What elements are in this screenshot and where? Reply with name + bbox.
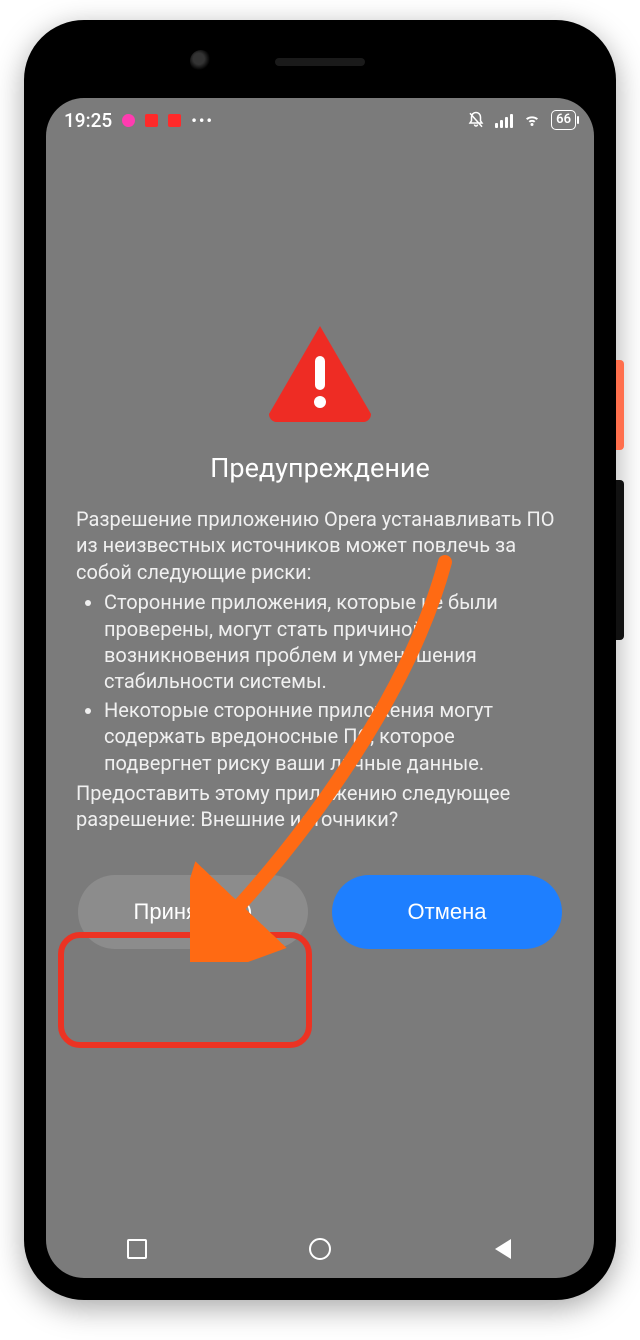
phone-camera: [190, 50, 212, 72]
status-left: 19:25 •••: [64, 109, 214, 132]
cancel-button[interactable]: Отмена: [332, 875, 562, 949]
recent-apps-button[interactable]: [107, 1239, 167, 1259]
power-button-side: [616, 360, 624, 450]
battery-icon: 66: [551, 110, 576, 130]
home-button[interactable]: [290, 1238, 350, 1260]
screen: 19:25 ••• 66: [46, 98, 594, 1278]
notif-icon-3: [168, 114, 181, 127]
accept-button[interactable]: Принять (3): [78, 875, 308, 949]
status-time: 19:25: [64, 109, 112, 132]
dialog-intro: Разрешение приложению Opera устанавливат…: [76, 506, 564, 585]
wifi-icon: [523, 111, 541, 129]
status-right: 66: [467, 110, 576, 130]
dialog-content: Предупреждение Разрешение приложению Ope…: [46, 142, 594, 1220]
notif-icon-2: [145, 114, 158, 127]
dialog-body: Разрешение приложению Opera устанавливат…: [76, 506, 564, 833]
volume-button-side: [616, 480, 624, 640]
dialog-buttons: Принять (3) Отмена: [76, 875, 564, 949]
dnd-icon: [467, 111, 485, 129]
dialog-question: Предоставить этому приложению следующее …: [76, 780, 564, 833]
dialog-risk-list: Сторонние приложения, которые не были пр…: [76, 589, 564, 776]
risk-item-2: Некоторые сторонние приложения могут сод…: [104, 697, 564, 776]
phone-frame: 19:25 ••• 66: [24, 20, 616, 1300]
navigation-bar: [46, 1220, 594, 1278]
back-button[interactable]: [473, 1239, 533, 1259]
phone-speaker: [275, 58, 365, 66]
risk-item-1: Сторонние приложения, которые не были пр…: [104, 589, 564, 695]
warning-icon: [265, 322, 375, 426]
battery-level: 66: [556, 111, 571, 129]
signal-icon: [495, 112, 513, 128]
dialog-title: Предупреждение: [210, 452, 430, 484]
more-notifications-icon: •••: [191, 111, 214, 130]
status-bar: 19:25 ••• 66: [46, 98, 594, 142]
notif-icon-1: [122, 114, 135, 127]
